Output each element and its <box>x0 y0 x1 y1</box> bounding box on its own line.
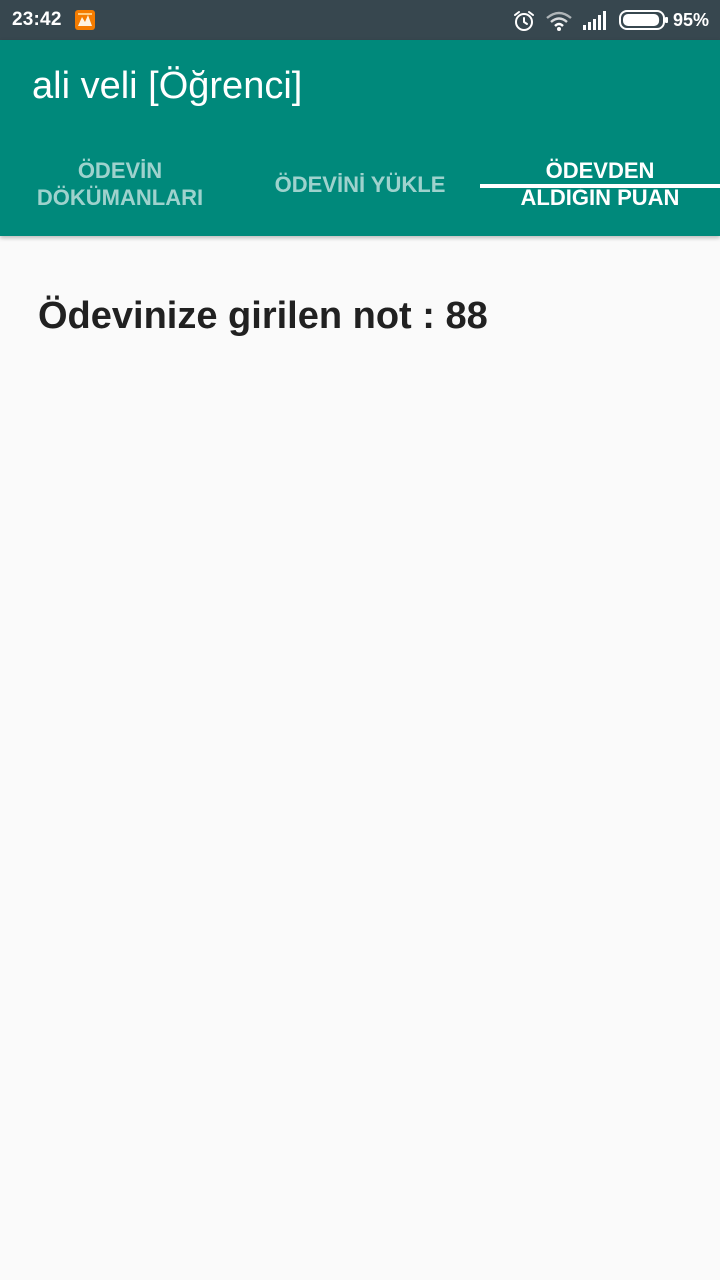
battery-icon <box>619 10 668 30</box>
main-content: Ödevinize girilen not : 88 <box>0 236 720 1280</box>
alarm-icon <box>514 11 534 31</box>
tab-label: ÖDEVİN DÖKÜMANLARI <box>36 158 204 210</box>
tab-odevini-yukle[interactable]: ÖDEVİNİ YÜKLE <box>240 140 480 228</box>
wifi-icon <box>546 11 572 31</box>
grade-text: Ödevinize girilen not : 88 <box>38 295 488 337</box>
active-tab-indicator <box>480 184 720 188</box>
battery-percent: 95% <box>673 10 710 30</box>
tab-label: ÖDEVİNİ YÜKLE <box>274 171 446 197</box>
status-time: 23:42 <box>12 9 62 30</box>
app-title: ali veli [Öğrenci] <box>32 65 303 107</box>
status-bar: 23:42 95% <box>0 0 720 40</box>
tab-bar: ÖDEVİN DÖKÜMANLARI ÖDEVİNİ YÜKLE ÖDEVDEN… <box>0 140 720 236</box>
notification-app-icon <box>75 10 95 30</box>
signal-icon <box>583 11 606 30</box>
tab-odevin-dokumanlari[interactable]: ÖDEVİN DÖKÜMANLARI <box>0 140 240 228</box>
app-bar: ali veli [Öğrenci] ÖDEVİN DÖKÜMANLARI ÖD… <box>0 40 720 236</box>
